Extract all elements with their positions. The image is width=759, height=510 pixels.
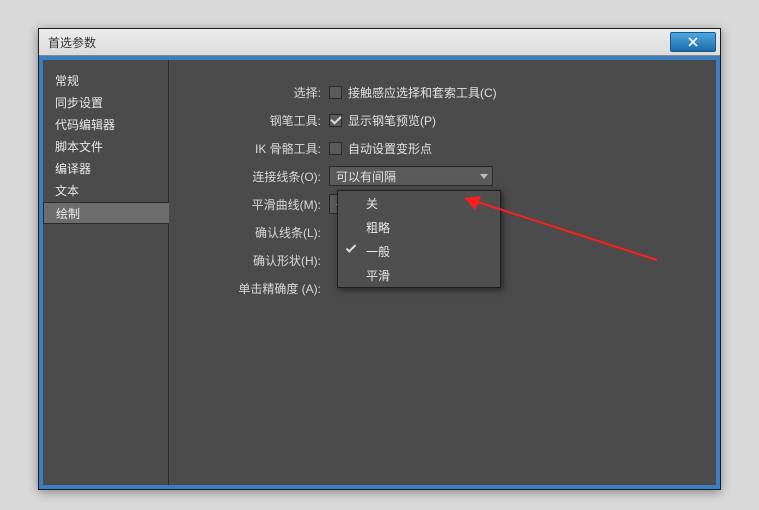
dropdown-item-label: 一般	[366, 243, 390, 260]
sidebar-item-script-files[interactable]: 脚本文件	[43, 136, 168, 158]
label-confirm-shape: 确认形状(H):	[169, 252, 329, 269]
row-ik: IK 骨骼工具: 自动设置变形点	[169, 134, 716, 162]
checkbox-contact-sensitive[interactable]	[329, 86, 342, 99]
label-select: 选择:	[169, 84, 329, 101]
smooth-curve-dropdown: 关 粗略 一般 平滑	[337, 190, 501, 288]
checkbox-label-show-pen-preview: 显示钢笔预览(P)	[348, 112, 436, 129]
select-connect-lines-value: 可以有间隔	[336, 168, 396, 185]
dropdown-item-label: 关	[366, 195, 378, 212]
check-icon	[346, 242, 357, 253]
close-button[interactable]	[670, 32, 716, 52]
sidebar-item-sync[interactable]: 同步设置	[43, 92, 168, 114]
dropdown-item-label: 平滑	[366, 267, 390, 284]
label-click-precision: 单击精确度 (A):	[169, 280, 329, 297]
row-select: 选择: 接触感应选择和套索工具(C)	[169, 78, 716, 106]
preferences-window: 首选参数 常规 同步设置 代码编辑器 脚本文件 编译器 文本 绘制 选择: 接触…	[38, 28, 721, 490]
dropdown-item-smooth[interactable]: 平滑	[338, 263, 500, 287]
label-ik: IK 骨骼工具:	[169, 140, 329, 157]
label-smooth-curve: 平滑曲线(M):	[169, 196, 329, 213]
dropdown-item-normal[interactable]: 一般	[338, 239, 500, 263]
sidebar-item-code-editor[interactable]: 代码编辑器	[43, 114, 168, 136]
chevron-down-icon	[480, 174, 488, 179]
label-pen: 钢笔工具:	[169, 112, 329, 129]
checkbox-label-auto-transform: 自动设置变形点	[348, 140, 432, 157]
sidebar: 常规 同步设置 代码编辑器 脚本文件 编译器 文本 绘制	[43, 60, 169, 485]
row-connect-lines: 连接线条(O): 可以有间隔	[169, 162, 716, 190]
dropdown-item-rough[interactable]: 粗略	[338, 215, 500, 239]
sidebar-item-general[interactable]: 常规	[43, 70, 168, 92]
content: 常规 同步设置 代码编辑器 脚本文件 编译器 文本 绘制 选择: 接触感应选择和…	[43, 60, 716, 485]
window-title: 首选参数	[48, 34, 96, 51]
checkbox-label-contact-sensitive: 接触感应选择和套索工具(C)	[348, 84, 497, 101]
checkbox-auto-transform[interactable]	[329, 142, 342, 155]
checkbox-show-pen-preview[interactable]	[329, 114, 342, 127]
row-pen: 钢笔工具: 显示钢笔预览(P)	[169, 106, 716, 134]
dropdown-item-off[interactable]: 关	[338, 191, 500, 215]
label-confirm-line: 确认线条(L):	[169, 224, 329, 241]
window-body: 常规 同步设置 代码编辑器 脚本文件 编译器 文本 绘制 选择: 接触感应选择和…	[39, 56, 720, 489]
close-icon	[686, 37, 700, 47]
sidebar-item-text[interactable]: 文本	[43, 180, 168, 202]
sidebar-item-compiler[interactable]: 编译器	[43, 158, 168, 180]
titlebar: 首选参数	[39, 29, 720, 56]
label-connect-lines: 连接线条(O):	[169, 168, 329, 185]
main-panel: 选择: 接触感应选择和套索工具(C) 钢笔工具: 显示钢笔预览(P) IK 骨骼…	[169, 60, 716, 485]
sidebar-item-drawing[interactable]: 绘制	[43, 202, 169, 224]
dropdown-item-label: 粗略	[366, 219, 390, 236]
select-connect-lines[interactable]: 可以有间隔	[329, 166, 493, 186]
